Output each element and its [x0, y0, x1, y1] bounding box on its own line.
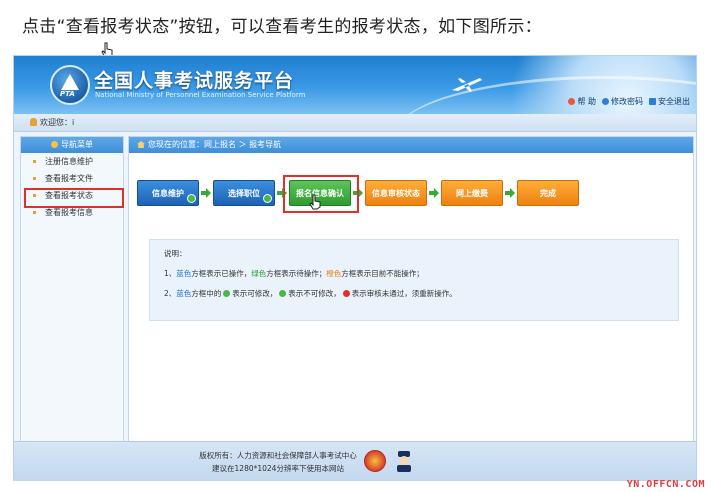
note-text: 方框表示待操作；: [266, 269, 327, 278]
arrow-right-icon: [429, 188, 439, 198]
bullet-icon: [33, 177, 36, 180]
note-title: 说明：: [164, 249, 187, 258]
rejected-icon: [342, 290, 350, 297]
note-text: 表示不可修改，: [288, 289, 341, 298]
breadcrumb: 您现在的位置：网上报名 ＞ 报考导航: [129, 137, 693, 153]
check-icon: [263, 194, 272, 203]
check-icon: [187, 194, 196, 203]
emblem-icon: [364, 450, 386, 472]
step-label: 网上缴费: [456, 189, 488, 198]
sidebar-header: 导航菜单: [21, 137, 123, 153]
sidebar-highlight-box: [24, 188, 124, 208]
help-icon: [568, 98, 576, 105]
note-text: 表示审核未通过，须重新操作。: [351, 289, 457, 298]
step-label: 选择职位: [228, 189, 260, 198]
logout-link[interactable]: 安全退出: [649, 96, 690, 107]
site-subtitle: National Ministry of Personnel Examinati…: [95, 91, 306, 99]
note-text: 方框表示已操作，: [191, 269, 252, 278]
note-green-word: 绿色: [251, 269, 267, 278]
note-text: 方框表示目前不能操作；: [341, 269, 424, 278]
help-label: 帮 助: [577, 97, 596, 106]
site-footer: 版权所有：人力资源和社会保障部人事考试中心 建议在1280*1024分辨率下使用…: [14, 441, 696, 481]
header-curve: [394, 76, 696, 114]
note-line-1: 1、蓝色方框表示已操作，绿色方框表示待操作；橙色方框表示目前不能操作；: [164, 268, 664, 279]
note-text: 方框中的: [191, 289, 222, 298]
step-label: 信息审核状态: [372, 189, 420, 198]
arrow-right-icon: [505, 188, 515, 198]
top-links: 帮 助 修改密码 安全退出: [568, 96, 690, 107]
note-text: 表示可修改，: [232, 289, 278, 298]
bullet-icon: [33, 160, 36, 163]
main-content: 您现在的位置：网上报名 ＞ 报考导航 信息维护 选择职位 报名信息确认 信息审核…: [128, 136, 694, 476]
sidebar-title: 导航菜单: [61, 140, 93, 149]
step-info-maintain-button[interactable]: 信息维护: [137, 180, 199, 206]
sidebar-item-exam-files[interactable]: 查看报考文件: [21, 170, 123, 187]
note-num: 2、: [164, 289, 177, 298]
user-icon: [30, 118, 37, 126]
footer-resolution: 建议在1280*1024分辨率下使用本网站: [212, 464, 344, 473]
breadcrumb-text: 您现在的位置：网上报名 ＞ 报考导航: [148, 140, 282, 149]
note-num: 1、: [164, 269, 177, 278]
watermark-text: YN.OFFCN.COM: [626, 479, 705, 490]
step-complete-button[interactable]: 完成: [517, 180, 579, 206]
menu-icon: [51, 141, 58, 148]
sidebar-item-register-info[interactable]: 注册信息维护: [21, 153, 123, 170]
bullet-icon: [33, 211, 36, 214]
sidebar-item-label: 查看报考信息: [45, 208, 93, 217]
change-password-link[interactable]: 修改密码: [602, 96, 643, 107]
hand-cursor-icon: [309, 194, 321, 210]
step-label: 信息维护: [152, 189, 184, 198]
note-line-2: 2、蓝色方框中的 表示可修改， 表示不可修改， 表示审核未通过，须重新操作。: [164, 288, 664, 299]
logo-text: PTA: [60, 90, 75, 98]
step-select-position-button[interactable]: 选择职位: [213, 180, 275, 206]
step-online-payment-button[interactable]: 网上缴费: [441, 180, 503, 206]
question-icon: [602, 98, 609, 105]
note-blue-word: 蓝色: [176, 289, 192, 298]
pta-logo-icon: PTA: [50, 65, 90, 105]
step-review-status-button[interactable]: 信息审核状态: [365, 180, 427, 206]
site-header: PTA 全国人事考试服务平台 National Ministry of Pers…: [14, 56, 696, 114]
note-blue-word: 蓝色: [176, 269, 192, 278]
welcome-label: 欢迎您：: [40, 118, 72, 127]
logout-label: 安全退出: [658, 97, 690, 106]
sidebar-item-label: 查看报考文件: [45, 174, 93, 183]
footer-text: 版权所有：人力资源和社会保障部人事考试中心 建议在1280*1024分辨率下使用…: [198, 449, 358, 475]
arrow-right-icon: [201, 188, 211, 198]
exit-icon: [649, 98, 656, 105]
note-orange-word: 橙色: [326, 269, 342, 278]
welcome-bar: 欢迎您：i: [14, 114, 696, 132]
sidebar-item-label: 注册信息维护: [45, 157, 93, 166]
sidebar-nav: 导航菜单 注册信息维护 查看报考文件 查看报考状态 查看报考信息: [20, 136, 124, 476]
change-password-label: 修改密码: [611, 97, 643, 106]
police-badge-icon: [397, 451, 411, 472]
help-link[interactable]: 帮 助: [568, 96, 596, 107]
editable-check-icon: [223, 290, 231, 297]
welcome-user: i: [72, 118, 75, 127]
footer-copyright: 版权所有：人力资源和社会保障部人事考试中心: [199, 451, 357, 460]
airplane-icon: [452, 78, 482, 92]
instruction-text: 点击“查看报考状态”按钮，可以查看考生的报考状态，如下图所示：: [22, 17, 542, 37]
locked-icon: [279, 290, 287, 297]
instruction-note: 说明： 1、蓝色方框表示已操作，绿色方框表示待操作；橙色方框表示目前不能操作； …: [149, 239, 679, 321]
home-icon: [137, 141, 145, 148]
step-navigation: 信息维护 选择职位 报名信息确认 信息审核状态 网上缴费 完成: [137, 174, 697, 214]
step-label: 完成: [540, 189, 556, 198]
browser-frame: PTA 全国人事考试服务平台 National Ministry of Pers…: [13, 55, 697, 481]
site-title: 全国人事考试服务平台: [94, 70, 295, 92]
